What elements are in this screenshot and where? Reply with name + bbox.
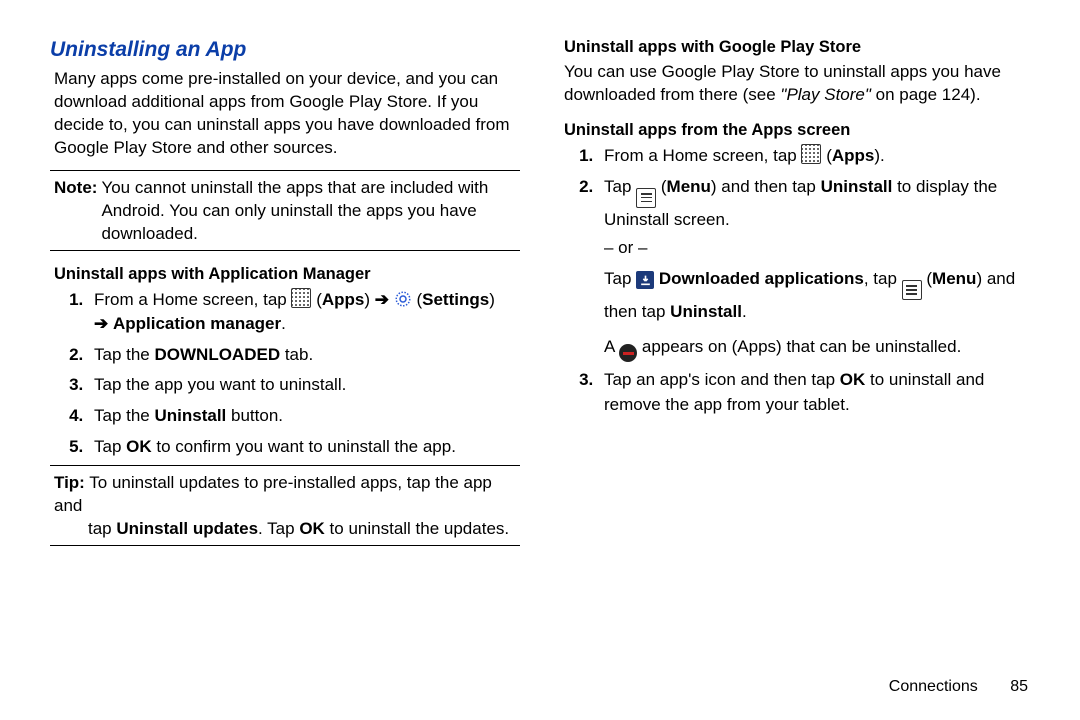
apps-icon — [801, 144, 821, 164]
manual-page: Uninstalling an App Many apps come pre-i… — [0, 0, 1080, 678]
step-text: Tap — [604, 269, 636, 288]
uninstall-label: Uninstall — [821, 177, 893, 196]
intro-paragraph: Many apps come pre-installed on your dev… — [54, 68, 520, 160]
tip-text: to uninstall the updates. — [325, 519, 509, 538]
ok-label: OK — [299, 519, 325, 538]
uninstall-updates-label: Uninstall updates — [116, 519, 258, 538]
steps-list-app-manager: From a Home screen, tap (Apps) ➔ (Settin… — [60, 288, 520, 460]
step-item: From a Home screen, tap (Apps). — [598, 144, 1030, 169]
ok-label: OK — [126, 437, 152, 456]
tip-label: Tip: — [54, 473, 85, 492]
step-item: Tap (Menu) and then tap Uninstall to dis… — [598, 175, 1030, 363]
settings-icon — [394, 290, 412, 308]
step-text: to confirm you want to uninstall the app… — [152, 437, 456, 456]
tip-text: tap — [88, 519, 116, 538]
step-text: , tap — [864, 269, 902, 288]
step-text: Tap the — [94, 406, 155, 425]
footer-section: Connections — [889, 678, 978, 695]
uninstall-label: Uninstall — [155, 406, 227, 425]
divider — [50, 170, 520, 171]
step-text: A — [604, 337, 619, 356]
step-text: From a Home screen, tap — [94, 290, 291, 309]
apps-icon — [291, 288, 311, 308]
step-item: Tap an app's icon and then tap OK to uni… — [598, 368, 1030, 417]
step-text: Tap the — [94, 345, 155, 364]
step-item: Tap the app you want to uninstall. — [88, 373, 520, 398]
apps-label: Apps — [322, 290, 365, 309]
page-footer: Connections 85 — [889, 678, 1028, 696]
subheading-apps-screen: Uninstall apps from the Apps screen — [564, 121, 1030, 140]
uninstall-label: Uninstall — [670, 302, 742, 321]
remove-icon — [619, 344, 637, 362]
step-item: Tap the Uninstall button. — [88, 404, 520, 429]
subheading-app-manager: Uninstall apps with Application Manager — [54, 265, 520, 284]
menu-label: Menu — [932, 269, 976, 288]
step-text: Tap — [94, 437, 126, 456]
step-item: Tap OK to confirm you want to uninstall … — [88, 435, 520, 460]
steps-list-apps-screen: From a Home screen, tap (Apps). Tap (Men… — [570, 144, 1030, 418]
footer-page-number: 85 — [1010, 678, 1028, 695]
note-body: You cannot uninstall the apps that are i… — [101, 177, 520, 246]
download-icon — [636, 271, 654, 289]
step-text: Tap an app's icon and then tap — [604, 370, 840, 389]
left-column: Uninstalling an App Many apps come pre-i… — [50, 38, 520, 678]
divider — [50, 250, 520, 251]
apps-label: Apps — [832, 146, 875, 165]
downloaded-apps-label: Downloaded applications — [659, 269, 864, 288]
divider — [50, 545, 520, 546]
tip-text: . Tap — [258, 519, 299, 538]
play-store-ref: "Play Store" — [780, 85, 871, 104]
divider — [50, 465, 520, 466]
play-store-paragraph: You can use Google Play Store to uninsta… — [564, 61, 1030, 107]
menu-icon — [636, 188, 656, 208]
section-heading: Uninstalling an App — [50, 38, 520, 62]
settings-label: Settings — [422, 290, 489, 309]
step-item: Tap the DOWNLOADED tab. — [88, 343, 520, 368]
arrow-icon: ➔ — [375, 290, 389, 309]
ok-label: OK — [840, 370, 866, 389]
subheading-play-store: Uninstall apps with Google Play Store — [564, 38, 1030, 57]
note-label: Note: — [54, 177, 97, 246]
downloaded-label: DOWNLOADED — [155, 345, 281, 364]
menu-label: Menu — [667, 177, 711, 196]
step-text: appears on (Apps) that can be uninstalle… — [642, 337, 961, 356]
step-text: ) and then tap — [711, 177, 821, 196]
step-text: Tap — [604, 177, 636, 196]
tip-text: To uninstall updates to pre-installed ap… — [54, 473, 492, 515]
right-column: Uninstall apps with Google Play Store Yo… — [560, 38, 1030, 678]
note-block: Note: You cannot uninstall the apps that… — [54, 177, 520, 246]
step-item: From a Home screen, tap (Apps) ➔ (Settin… — [88, 288, 520, 337]
step-text: From a Home screen, tap — [604, 146, 801, 165]
or-separator: – or – — [604, 236, 1030, 261]
arrow-icon: ➔ — [94, 314, 108, 333]
step-text: button. — [226, 406, 283, 425]
menu-icon — [902, 280, 922, 300]
step-text: tab. — [280, 345, 313, 364]
app-manager-label: Application manager — [113, 314, 281, 333]
tip-block: Tip: To uninstall updates to pre-install… — [54, 472, 520, 541]
text: on page 124). — [871, 85, 981, 104]
